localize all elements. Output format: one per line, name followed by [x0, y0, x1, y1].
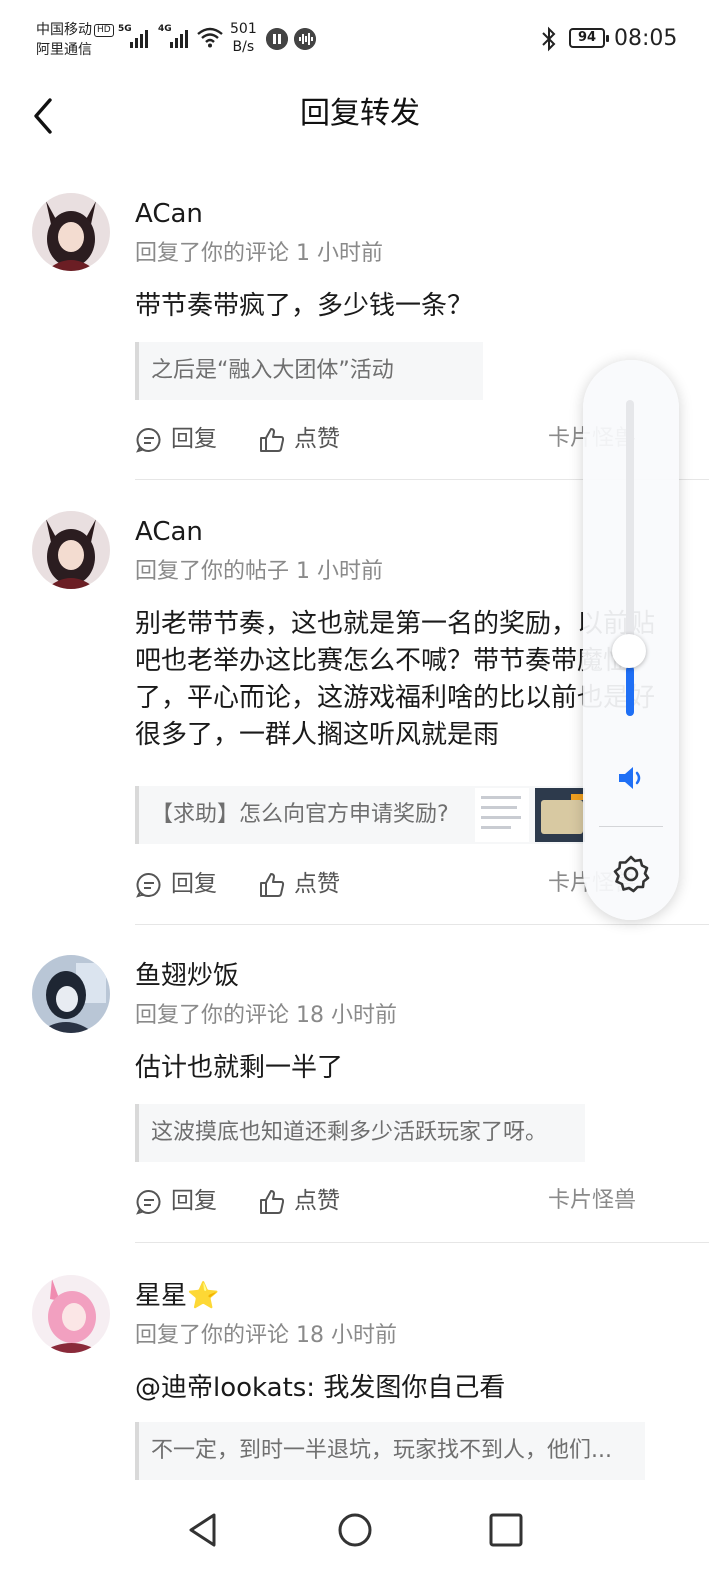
page-title: 回复转发 — [300, 96, 420, 131]
divider — [135, 924, 709, 925]
star-emoji: ⭐ — [187, 1281, 220, 1311]
quoted-text[interactable]: 之后是“融入大团体”活动 — [135, 342, 483, 400]
action-bar: 回复 点赞 卡片怪兽 — [135, 1181, 680, 1221]
avatar[interactable] — [32, 1275, 110, 1353]
like-label: 点赞 — [294, 1188, 340, 1214]
clock: 08:05 — [614, 26, 678, 51]
reply-meta: 回复了你的评论 18 小时前 — [135, 1003, 397, 1028]
user-name[interactable]: 鱼翅炒饭 — [135, 959, 239, 993]
like-button[interactable]: 点赞 — [258, 864, 348, 904]
notification-item[interactable]: 鱼翅炒饭 回复了你的评论 18 小时前 估计也就剩一半了 这波摸底也知道还剩多少… — [0, 952, 720, 1244]
triangle-back-icon[interactable] — [184, 1510, 224, 1550]
navigation-bar — [0, 1480, 720, 1592]
hd-badge: HD — [94, 23, 114, 37]
avatar[interactable] — [32, 193, 110, 271]
status-bar: 中国移动 HD 阿里通信 5G 4G 501 B/s 94 08:05 — [36, 20, 678, 60]
reply-label: 回复 — [171, 426, 217, 452]
reply-button[interactable]: 回复 — [135, 864, 225, 904]
thumbs-up-icon — [260, 1190, 285, 1214]
quoted-text[interactable]: 不一定，到时一半退坑，玩家找不到人，他们... — [135, 1422, 645, 1480]
top-bar: 回复转发 — [0, 80, 720, 150]
like-label: 点赞 — [294, 426, 340, 452]
thumbs-up-icon — [260, 873, 285, 897]
net-speed: 501 B/s — [230, 21, 257, 55]
reply-content[interactable]: 估计也就剩一半了 — [135, 1050, 680, 1087]
reply-content[interactable]: 带节奏带疯了，多少钱一条？ — [135, 288, 680, 325]
like-button[interactable]: 点赞 — [258, 419, 348, 459]
divider — [599, 826, 663, 827]
volume-slider-thumb[interactable] — [612, 634, 646, 668]
volume-panel — [583, 360, 679, 920]
like-label: 点赞 — [294, 871, 340, 897]
notification-item[interactable]: 星星⭐ 回复了你的评论 18 小时前 @迪帝lookats: 我发图你自己看 不… — [0, 1272, 720, 1482]
post-thumbnail — [475, 788, 529, 842]
quoted-post[interactable]: 【求助】怎么向官方申请奖励? — [135, 786, 585, 844]
thumbs-up-icon — [260, 428, 285, 452]
reply-meta: 回复了你的评论 1 小时前 — [135, 241, 383, 266]
reply-button[interactable]: 回复 — [135, 1181, 225, 1221]
post-thumbnail — [535, 788, 585, 842]
gear-icon[interactable] — [611, 854, 651, 894]
pause-icon — [266, 28, 288, 50]
reply-button[interactable]: 回复 — [135, 419, 225, 459]
user-name[interactable]: ACan — [135, 197, 203, 231]
forum-tag[interactable]: 卡片怪兽 — [548, 1181, 636, 1221]
like-button[interactable]: 点赞 — [258, 1181, 348, 1221]
carrier-info: 中国移动 HD 阿里通信 — [36, 20, 114, 60]
reply-label: 回复 — [171, 871, 217, 897]
square-recents-icon[interactable] — [486, 1510, 526, 1550]
carrier-name-1: 中国移动 — [36, 22, 92, 38]
reply-meta: 回复了你的评论 18 小时前 — [135, 1323, 397, 1348]
reply-content[interactable]: @迪帝lookats: 我发图你自己看 — [135, 1370, 680, 1407]
avatar[interactable] — [32, 511, 110, 589]
user-name[interactable]: 星星⭐ — [135, 1279, 219, 1313]
audio-wave-icon — [294, 28, 316, 50]
divider — [135, 1242, 709, 1243]
bluetooth-icon — [542, 26, 556, 52]
comment-icon — [136, 872, 161, 898]
reply-label: 回复 — [171, 1188, 217, 1214]
wifi-icon — [197, 27, 223, 48]
reply-meta: 回复了你的帖子 1 小时前 — [135, 559, 383, 584]
volume-slider-fill — [626, 666, 634, 716]
avatar[interactable] — [32, 955, 110, 1033]
speaker-icon[interactable] — [615, 762, 647, 794]
comment-icon — [136, 427, 161, 453]
carrier-name-2: 阿里通信 — [36, 42, 92, 58]
battery-indicator: 94 — [569, 28, 609, 48]
circle-home-icon[interactable] — [335, 1510, 375, 1550]
quoted-post-title: 【求助】怎么向官方申请奖励? — [151, 802, 449, 827]
comment-icon — [136, 1189, 161, 1215]
user-name[interactable]: ACan — [135, 515, 203, 549]
quoted-text[interactable]: 这波摸底也知道还剩多少活跃玩家了呀。 — [135, 1104, 585, 1162]
